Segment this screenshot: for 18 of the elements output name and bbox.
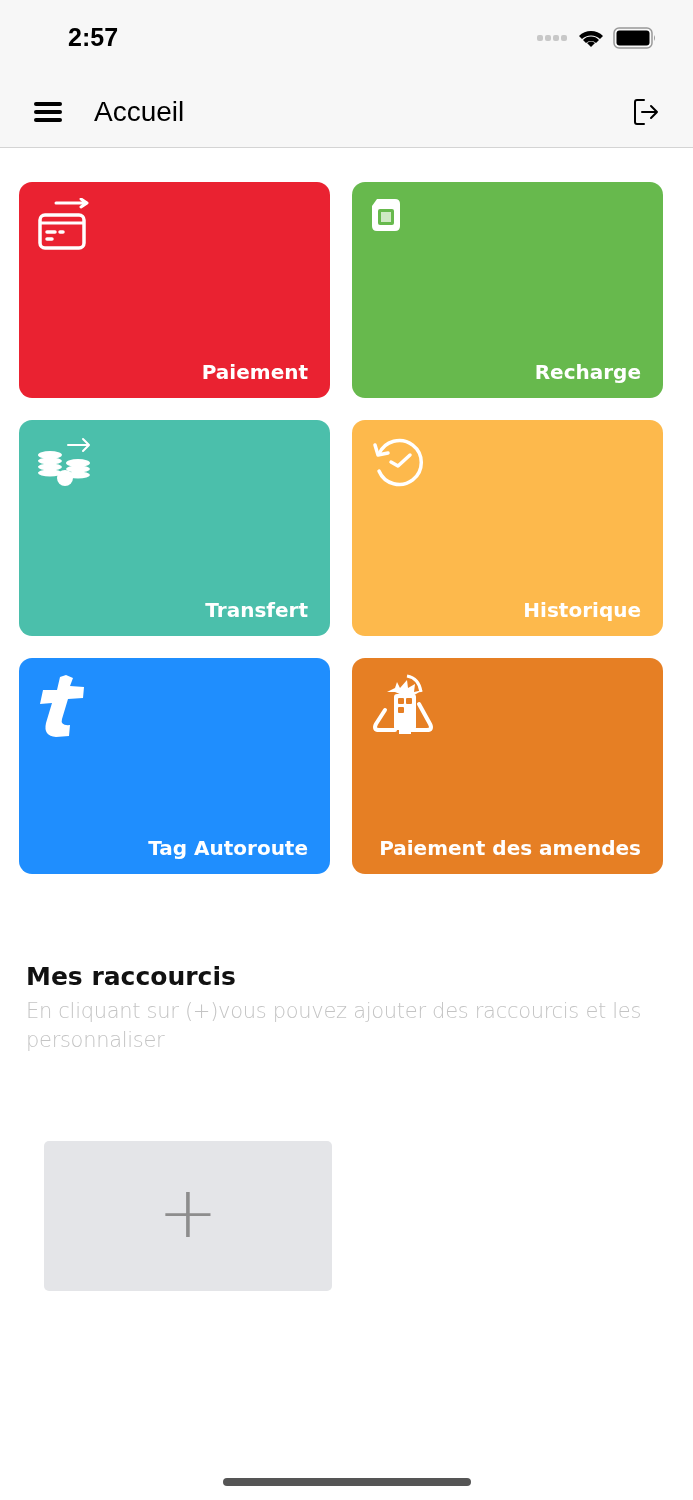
add-shortcut-button[interactable]: + [44,1141,332,1291]
service-tile[interactable]: Paiement [19,182,330,398]
section-description: En cliquant sur (+)vous pouvez ajouter des raccourcis et les personnaliser [26,998,643,1054]
section-title: Mes raccourcis [26,962,236,991]
page-title: Accueil [94,95,186,128]
signal-icon [537,34,569,42]
service-tile[interactable]: Recharge [352,182,663,398]
wifi-icon [577,28,605,48]
battery-icon [613,27,657,49]
clock-time: 2:57 [68,22,119,52]
service-tile[interactable]: Historique [352,420,663,636]
menu-icon[interactable] [34,101,62,122]
sim-card-icon [371,198,401,232]
coins-icon [38,436,92,486]
service-tile[interactable]: Tag Autoroute [19,658,330,874]
service-tile[interactable]: Paiement des amendes [352,658,663,874]
logout-icon[interactable] [633,97,659,126]
service-tile[interactable]: Transfert [19,420,330,636]
